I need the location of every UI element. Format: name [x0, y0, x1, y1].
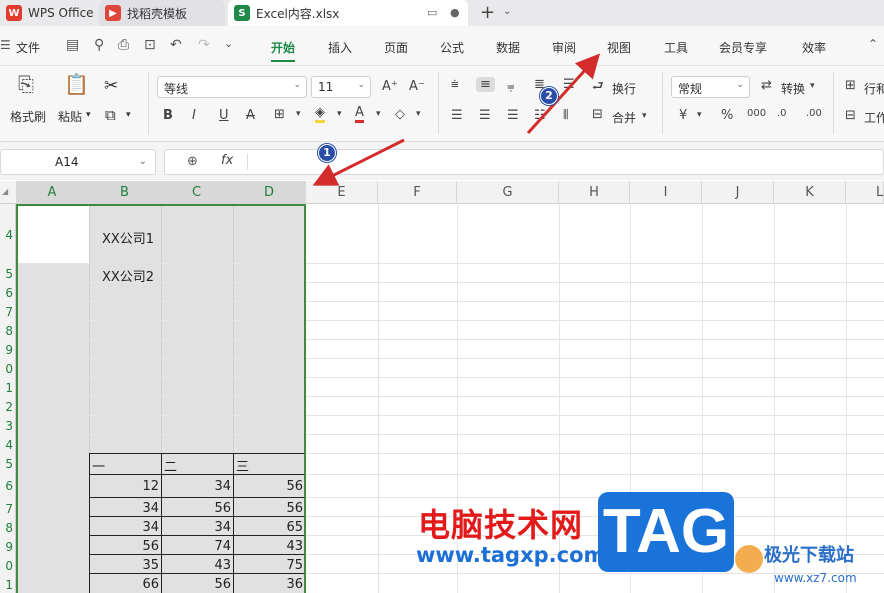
- site-name: 极光下载站: [764, 545, 854, 566]
- watermark-url: www.tagxp.com: [416, 543, 606, 567]
- tag-logo: TAG: [598, 492, 734, 572]
- site-logo-icon: [735, 545, 763, 573]
- site-url: www.xz7.com: [774, 571, 857, 585]
- arrow-2: [526, 53, 601, 135]
- watermark-text: 电脑技术网: [418, 506, 584, 544]
- step-badge-1: 1: [318, 144, 336, 162]
- step-badge-2: 2: [540, 87, 558, 105]
